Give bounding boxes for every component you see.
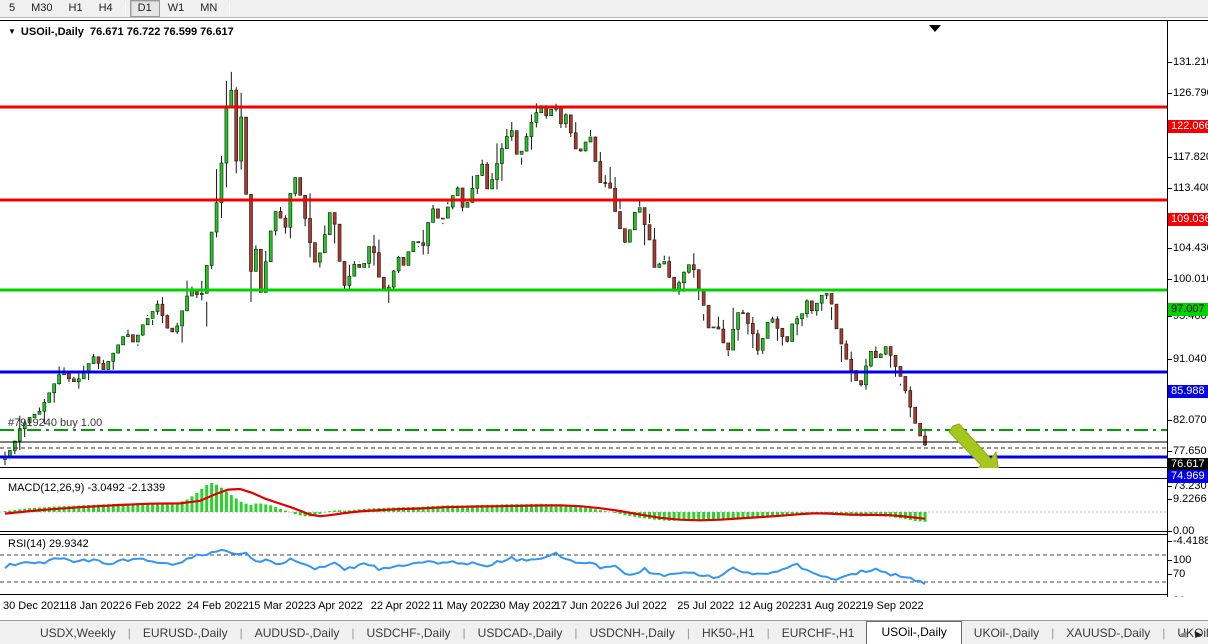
price-tick: 126.790: [1173, 87, 1208, 99]
timeframe-button-mn[interactable]: MN: [192, 0, 225, 17]
symbol-tab-eurchfh1[interactable]: EURCHF-,H1: [770, 623, 867, 644]
rsi-tick: 70: [1173, 568, 1185, 580]
symbol-tab-hk50h1[interactable]: HK50-,H1: [690, 623, 767, 644]
timeframe-button-d1[interactable]: D1: [130, 0, 160, 17]
price-tick: 104.430: [1173, 242, 1208, 254]
timeframe-button-w1[interactable]: W1: [160, 0, 193, 17]
chart-dropdown-icon[interactable]: ▼: [8, 27, 16, 36]
symbol-tab-ukoildaily[interactable]: UKOil-,Daily: [962, 623, 1051, 644]
chart-symbol-label: USOil-,Daily: [21, 26, 84, 38]
timeframe-button-5[interactable]: 5: [1, 0, 23, 17]
symbol-tab-audusddaily[interactable]: AUDUSD-,Daily: [243, 623, 352, 644]
date-tick-label: 31 Aug 2022: [800, 600, 862, 612]
tabs-scroll-left-icon[interactable]: ◀: [1177, 629, 1190, 639]
toolbar-separator: [125, 2, 126, 16]
timeframe-toolbar: 5M30H1H4 D1W1MN: [0, 0, 1208, 18]
price-tick: 91.040: [1173, 353, 1207, 365]
date-tick-label: 22 Apr 2022: [371, 600, 430, 612]
symbol-tabbar: USDX,Weekly|EURUSD-,Daily|AUDUSD-,Daily|…: [0, 620, 1208, 644]
macd-label: MACD(12,26,9) -3.0492 -2.1339: [8, 482, 165, 494]
date-tick-label: 19 Sep 2022: [861, 600, 923, 612]
timeframe-button-h1[interactable]: H1: [61, 0, 91, 17]
price-line-badge: 109.036: [1168, 213, 1208, 226]
tabs-scroll-right-icon[interactable]: ▶: [1192, 629, 1205, 639]
price-line-badge: 122.066: [1168, 120, 1208, 133]
price-tick: 100.010: [1173, 273, 1208, 285]
symbol-tab-usdcaddaily[interactable]: USDCAD-,Daily: [466, 623, 575, 644]
chart-title: ▼ USOil-,Daily 76.671 76.722 76.599 76.61…: [8, 26, 234, 38]
chart-ohlc-values: 76.671 76.722 76.599 76.617: [90, 26, 234, 38]
rsi-label: RSI(14) 29.9342: [8, 538, 89, 550]
date-tick-label: 11 May 2022: [432, 600, 495, 612]
symbol-tab-eurusddaily[interactable]: EURUSD-,Daily: [131, 623, 240, 644]
price-axis[interactable]: 131.210 126.790 117.820 113.400 104.430 100.0…: [1168, 21, 1208, 597]
date-tick-label: 12 Aug 2022: [739, 600, 801, 612]
price-line-badge: 85.988: [1168, 385, 1208, 398]
price-chart-canvas[interactable]: #7919240 buy 1.00: [0, 21, 1168, 468]
symbol-tab-usoildaily[interactable]: USOil-,Daily: [866, 621, 961, 644]
rsi-pane[interactable]: RSI(14) 29.9342: [0, 534, 1168, 595]
price-tick: 82.070: [1173, 414, 1207, 426]
price-tick: 131.210: [1173, 56, 1208, 68]
date-tick-label: 18 Jan 2022: [64, 600, 125, 612]
date-tick-label: 24 Feb 2022: [187, 600, 249, 612]
macd-canvas[interactable]: [0, 479, 1168, 531]
price-tick: 77.650: [1173, 445, 1207, 457]
date-tick-label: 6 Jul 2022: [616, 600, 667, 612]
price-line-badge: 74.969: [1168, 470, 1208, 483]
rsi-canvas[interactable]: [0, 535, 1168, 594]
timeframe-button-h4[interactable]: H4: [91, 0, 121, 17]
date-tick-label: 15 Mar 2022: [248, 600, 310, 612]
date-tick-label: 25 Jul 2022: [677, 600, 734, 612]
rsi-tick: 100: [1173, 554, 1191, 566]
date-tick-label: 3 Apr 2022: [310, 600, 363, 612]
symbol-tab-usdcnhdaily[interactable]: USDCNH-,Daily: [577, 623, 686, 644]
price-tick: 117.820: [1173, 151, 1208, 163]
date-axis[interactable]: 30 Dec 202118 Jan 20226 Feb 2022 24 Feb 2…: [0, 597, 1208, 619]
date-tick-label: 30 May 2022: [493, 600, 557, 612]
trade-position-label: #7919240 buy 1.00: [8, 417, 102, 429]
macd-tick: -4.4188: [1173, 535, 1208, 547]
toolbar-separator: [229, 2, 230, 16]
symbol-tab-xauusddaily[interactable]: XAUUSD-,Daily: [1054, 623, 1162, 644]
macd-pane[interactable]: MACD(12,26,9) -3.0492 -2.1339: [0, 478, 1168, 532]
date-tick-label: 17 Jun 2022: [555, 600, 616, 612]
timeframe-button-m30[interactable]: M30: [23, 0, 60, 17]
date-tick-label: 30 Dec 2021: [3, 600, 65, 612]
symbol-tab-usdchfdaily[interactable]: USDCHF-,Daily: [355, 623, 463, 644]
price-tick: 113.400: [1173, 182, 1208, 194]
chart-window: ▼ USOil-,Daily 76.671 76.722 76.599 76.61…: [0, 20, 1208, 620]
date-tick-label: 6 Feb 2022: [126, 600, 182, 612]
price-line-badge: 97.007: [1168, 303, 1208, 316]
price-pane[interactable]: #7919240 buy 1.00: [0, 21, 1168, 468]
macd-tick: 9.2266: [1173, 493, 1207, 505]
symbol-tab-usdxweekly[interactable]: USDX,Weekly: [28, 623, 128, 644]
